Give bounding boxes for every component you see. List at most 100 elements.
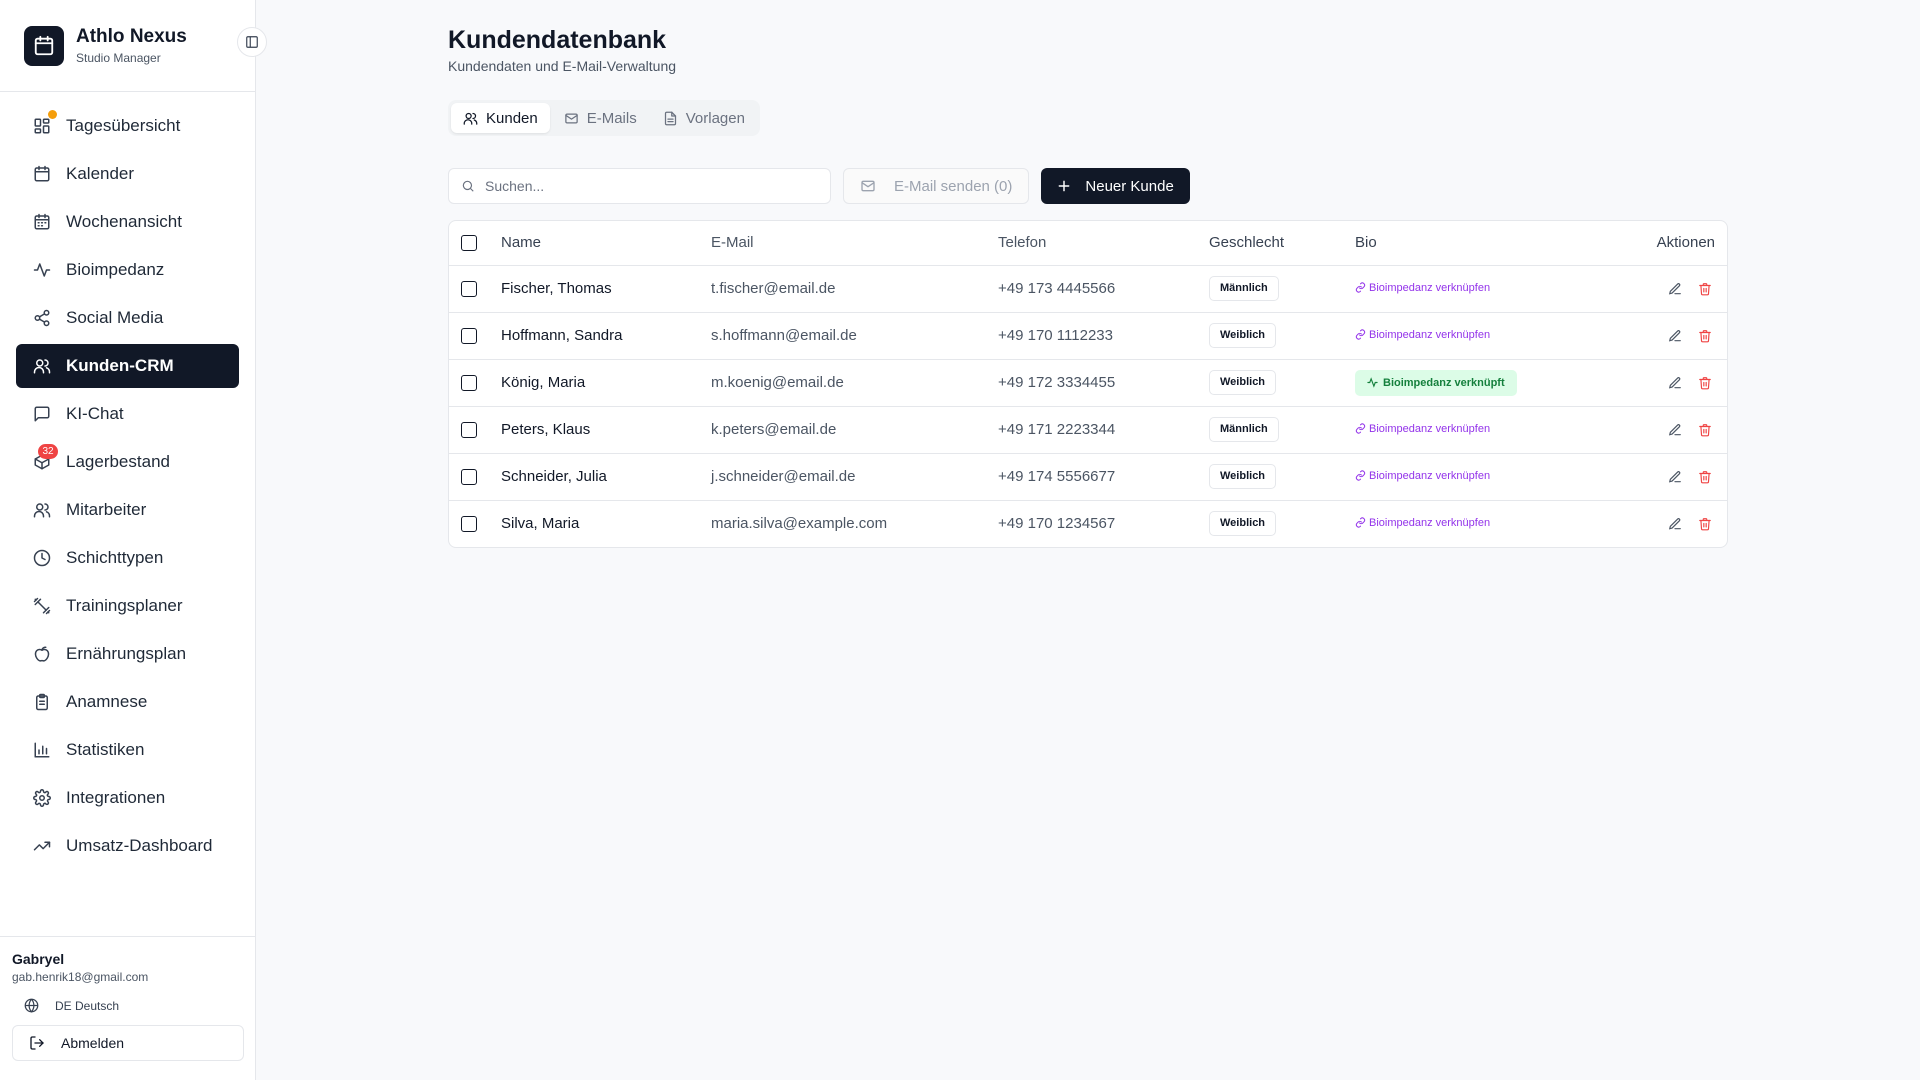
- sidebar-item-lagerbestand[interactable]: Lagerbestand 32: [16, 440, 239, 484]
- customer-phone: +49 171 2223344: [998, 406, 1209, 454]
- search-input[interactable]: [485, 178, 815, 194]
- trending-up-icon: [32, 836, 52, 856]
- trash-icon[interactable]: [1695, 373, 1715, 393]
- customer-phone: +49 173 4445566: [998, 265, 1209, 313]
- users-icon: [32, 500, 52, 520]
- sidebar-item-label: Umsatz-Dashboard: [66, 836, 213, 855]
- sidebar-item-label: Kalender: [66, 164, 135, 183]
- grid-icon: [32, 116, 52, 136]
- edit-icon[interactable]: [1665, 467, 1685, 487]
- bio-link-button[interactable]: Bioimpedanz verknüpfen: [1355, 423, 1490, 435]
- sidebar-item-bioimpedanz[interactable]: Bioimpedanz: [16, 248, 239, 292]
- column-header-email[interactable]: E-Mail: [711, 221, 998, 266]
- sidebar-item-wochenansicht[interactable]: Wochenansicht: [16, 200, 239, 244]
- sidebar-item-trainingsplaner[interactable]: Trainingsplaner: [16, 584, 239, 628]
- customer-phone: +49 174 5556677: [998, 453, 1209, 501]
- edit-icon[interactable]: [1665, 514, 1685, 534]
- trash-icon[interactable]: [1695, 279, 1715, 299]
- sidebar-toggle-button[interactable]: [237, 27, 267, 57]
- new-customer-label: Neuer Kunde: [1085, 177, 1174, 195]
- bio-label: Bioimpedanz verknüpfen: [1369, 422, 1491, 435]
- sidebar-item-label: Wochenansicht: [66, 212, 182, 231]
- row-checkbox[interactable]: [461, 281, 477, 298]
- sidebar-item-statistiken[interactable]: Statistiken: [16, 728, 239, 772]
- select-all-checkbox[interactable]: [461, 235, 477, 252]
- bio-link-button[interactable]: Bioimpedanz verknüpfen: [1355, 517, 1490, 529]
- sidebar-item-anamnese[interactable]: Anamnese: [16, 680, 239, 724]
- sidebar-item-mitarbeiter[interactable]: Mitarbeiter: [16, 488, 239, 532]
- table-header-row: Name E-Mail Telefon Geschlecht Bio Aktio…: [449, 221, 1727, 266]
- row-checkbox[interactable]: [461, 375, 477, 392]
- trash-icon[interactable]: [1695, 420, 1715, 440]
- notification-dot: [48, 110, 57, 119]
- apple-icon: [32, 644, 52, 664]
- bio-linked-badge[interactable]: Bioimpedanz verknüpft: [1355, 369, 1517, 396]
- trash-icon[interactable]: [1695, 514, 1715, 534]
- bio-label: Bioimpedanz verknüpfen: [1369, 469, 1491, 482]
- gender-badge: Weiblich: [1209, 370, 1277, 395]
- sidebar-item-label: Mitarbeiter: [66, 500, 147, 519]
- trash-icon[interactable]: [1695, 467, 1715, 487]
- logout-label: Abmelden: [61, 1035, 125, 1051]
- table-row: Schneider, Julia j.schneider@email.de +49 …: [449, 453, 1727, 501]
- sidebar-item-schichttypen[interactable]: Schichttypen: [16, 536, 239, 580]
- send-email-label: E-Mail senden (0): [894, 177, 1013, 195]
- customer-name: Fischer, Thomas: [501, 265, 711, 313]
- sidebar-item-label: Tagesübersicht: [66, 116, 181, 135]
- toolbar: E-Mail senden (0) Neuer Kunde: [448, 168, 1190, 204]
- row-checkbox[interactable]: [461, 422, 477, 439]
- column-header-bio: Bio: [1355, 221, 1589, 266]
- column-header-gender[interactable]: Geschlecht: [1209, 221, 1355, 266]
- row-checkbox[interactable]: [461, 469, 477, 486]
- sidebar-item-kalender[interactable]: Kalender: [16, 152, 239, 196]
- column-header-phone[interactable]: Telefon: [998, 221, 1209, 266]
- edit-icon[interactable]: [1665, 373, 1685, 393]
- tab-label: E-Mails: [586, 109, 637, 127]
- globe-icon: [24, 998, 39, 1013]
- plus-icon: [1057, 179, 1071, 193]
- new-customer-button[interactable]: Neuer Kunde: [1041, 168, 1190, 204]
- customer-name: König, Maria: [501, 359, 711, 407]
- sidebar-item-label: Schichttypen: [66, 548, 164, 567]
- customer-email: k.peters@email.de: [711, 406, 998, 454]
- sidebar-item-social-media[interactable]: Social Media: [16, 296, 239, 340]
- tab-bar: Kunden E-Mails Vorlagen: [448, 100, 760, 136]
- edit-icon[interactable]: [1665, 326, 1685, 346]
- sidebar-item-tagesübersicht[interactable]: Tagesübersicht: [16, 104, 239, 148]
- bio-link-button[interactable]: Bioimpedanz verknüpfen: [1355, 282, 1490, 294]
- language-selector[interactable]: DE Deutsch: [12, 998, 244, 1013]
- customer-name: Schneider, Julia: [501, 453, 711, 501]
- users-icon: [463, 111, 478, 126]
- file-icon: [663, 111, 678, 126]
- brand-header: Athlo Nexus Studio Manager: [0, 0, 267, 92]
- user-name: Gabryel: [12, 951, 65, 967]
- bio-label: Bioimpedanz verknüpfen: [1369, 516, 1491, 529]
- tab-e-mails[interactable]: E-Mails: [552, 103, 649, 133]
- customer-table: Name E-Mail Telefon Geschlecht Bio Aktio…: [448, 220, 1728, 548]
- sidebar-item-umsatz-dashboard[interactable]: Umsatz-Dashboard: [16, 824, 239, 868]
- tab-label: Vorlagen: [685, 109, 745, 127]
- row-checkbox[interactable]: [461, 328, 477, 345]
- column-header-name[interactable]: Name: [501, 221, 711, 266]
- bio-link-button[interactable]: Bioimpedanz verknüpfen: [1355, 329, 1490, 341]
- sidebar-item-integrationen[interactable]: Integrationen: [16, 776, 239, 820]
- sidebar-item-ernährungsplan[interactable]: Ernährungsplan: [16, 632, 239, 676]
- user-panel: Gabryel gab.henrik18@gmail.com DE Deutsc…: [0, 936, 256, 1080]
- tab-vorlagen[interactable]: Vorlagen: [651, 103, 757, 133]
- app-subtitle: Studio Manager: [76, 50, 161, 65]
- logout-button[interactable]: Abmelden: [12, 1025, 244, 1061]
- send-email-button[interactable]: E-Mail senden (0): [843, 168, 1030, 204]
- customer-email: j.schneider@email.de: [711, 453, 998, 501]
- sidebar-item-ki-chat[interactable]: KI-Chat: [16, 392, 239, 436]
- edit-icon[interactable]: [1665, 279, 1685, 299]
- trash-icon[interactable]: [1695, 326, 1715, 346]
- gender-badge: Männlich: [1209, 417, 1279, 442]
- customer-email: t.fischer@email.de: [711, 265, 998, 313]
- edit-icon[interactable]: [1665, 420, 1685, 440]
- sidebar-item-kunden-crm[interactable]: Kunden-CRM: [16, 344, 239, 388]
- bio-link-button[interactable]: Bioimpedanz verknüpfen: [1355, 470, 1490, 482]
- sidebar-item-label: Statistiken: [66, 740, 145, 759]
- tab-kunden[interactable]: Kunden: [451, 103, 550, 133]
- column-header-actions: Aktionen: [1589, 221, 1727, 266]
- row-checkbox[interactable]: [461, 516, 477, 533]
